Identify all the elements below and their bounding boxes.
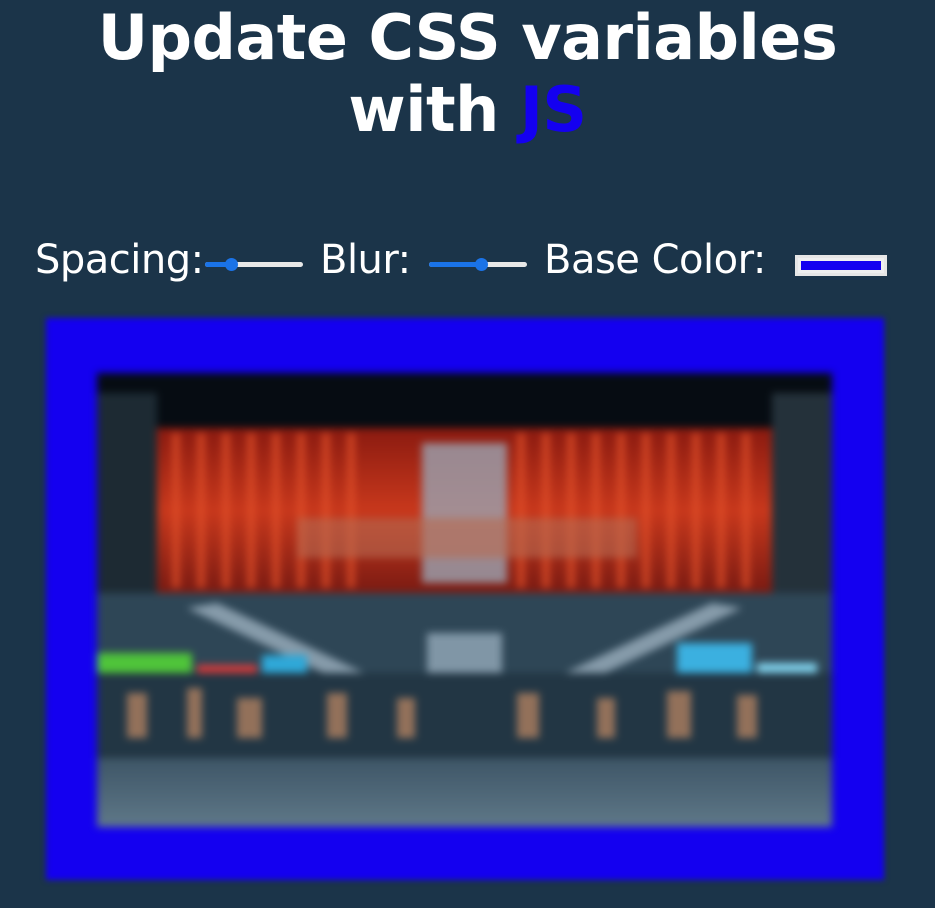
base-color-label: Base Color: bbox=[544, 237, 766, 283]
base-color-swatch bbox=[801, 261, 881, 270]
base-color-picker[interactable] bbox=[795, 255, 887, 276]
blur-slider-fill bbox=[429, 262, 482, 267]
blurred-photo bbox=[97, 373, 832, 827]
spacing-slider-thumb[interactable] bbox=[225, 258, 238, 271]
spacing-label: Spacing: bbox=[35, 237, 204, 283]
page-title: Update CSS variables with JS bbox=[0, 2, 935, 146]
blur-slider[interactable] bbox=[429, 255, 527, 275]
title-accent-js: JS bbox=[519, 73, 587, 146]
blur-label: Blur: bbox=[320, 237, 411, 283]
title-line-1: Update CSS variables bbox=[97, 1, 838, 74]
blur-slider-thumb[interactable] bbox=[475, 258, 489, 271]
spacing-slider[interactable] bbox=[205, 255, 303, 275]
title-line-2-prefix: with bbox=[348, 73, 499, 146]
photo-image bbox=[97, 373, 832, 827]
